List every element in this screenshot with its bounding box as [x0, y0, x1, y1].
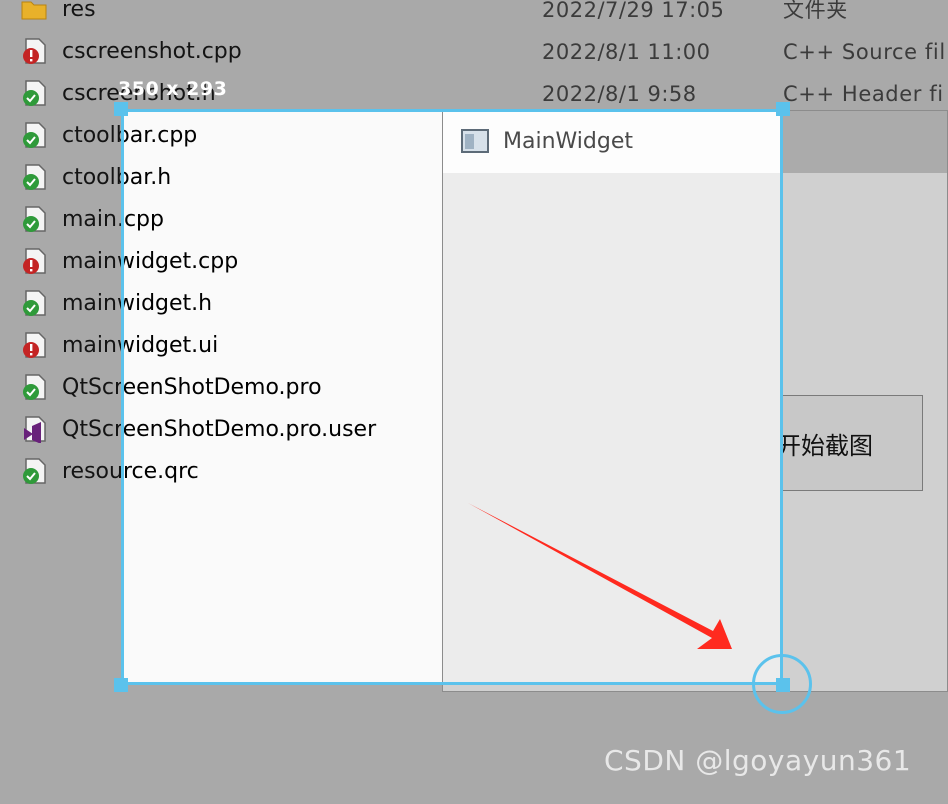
red-arrow-shape	[468, 503, 732, 649]
csdn-watermark: CSDN @lgoyayun361	[604, 744, 912, 777]
annotation-arrow	[468, 503, 732, 649]
